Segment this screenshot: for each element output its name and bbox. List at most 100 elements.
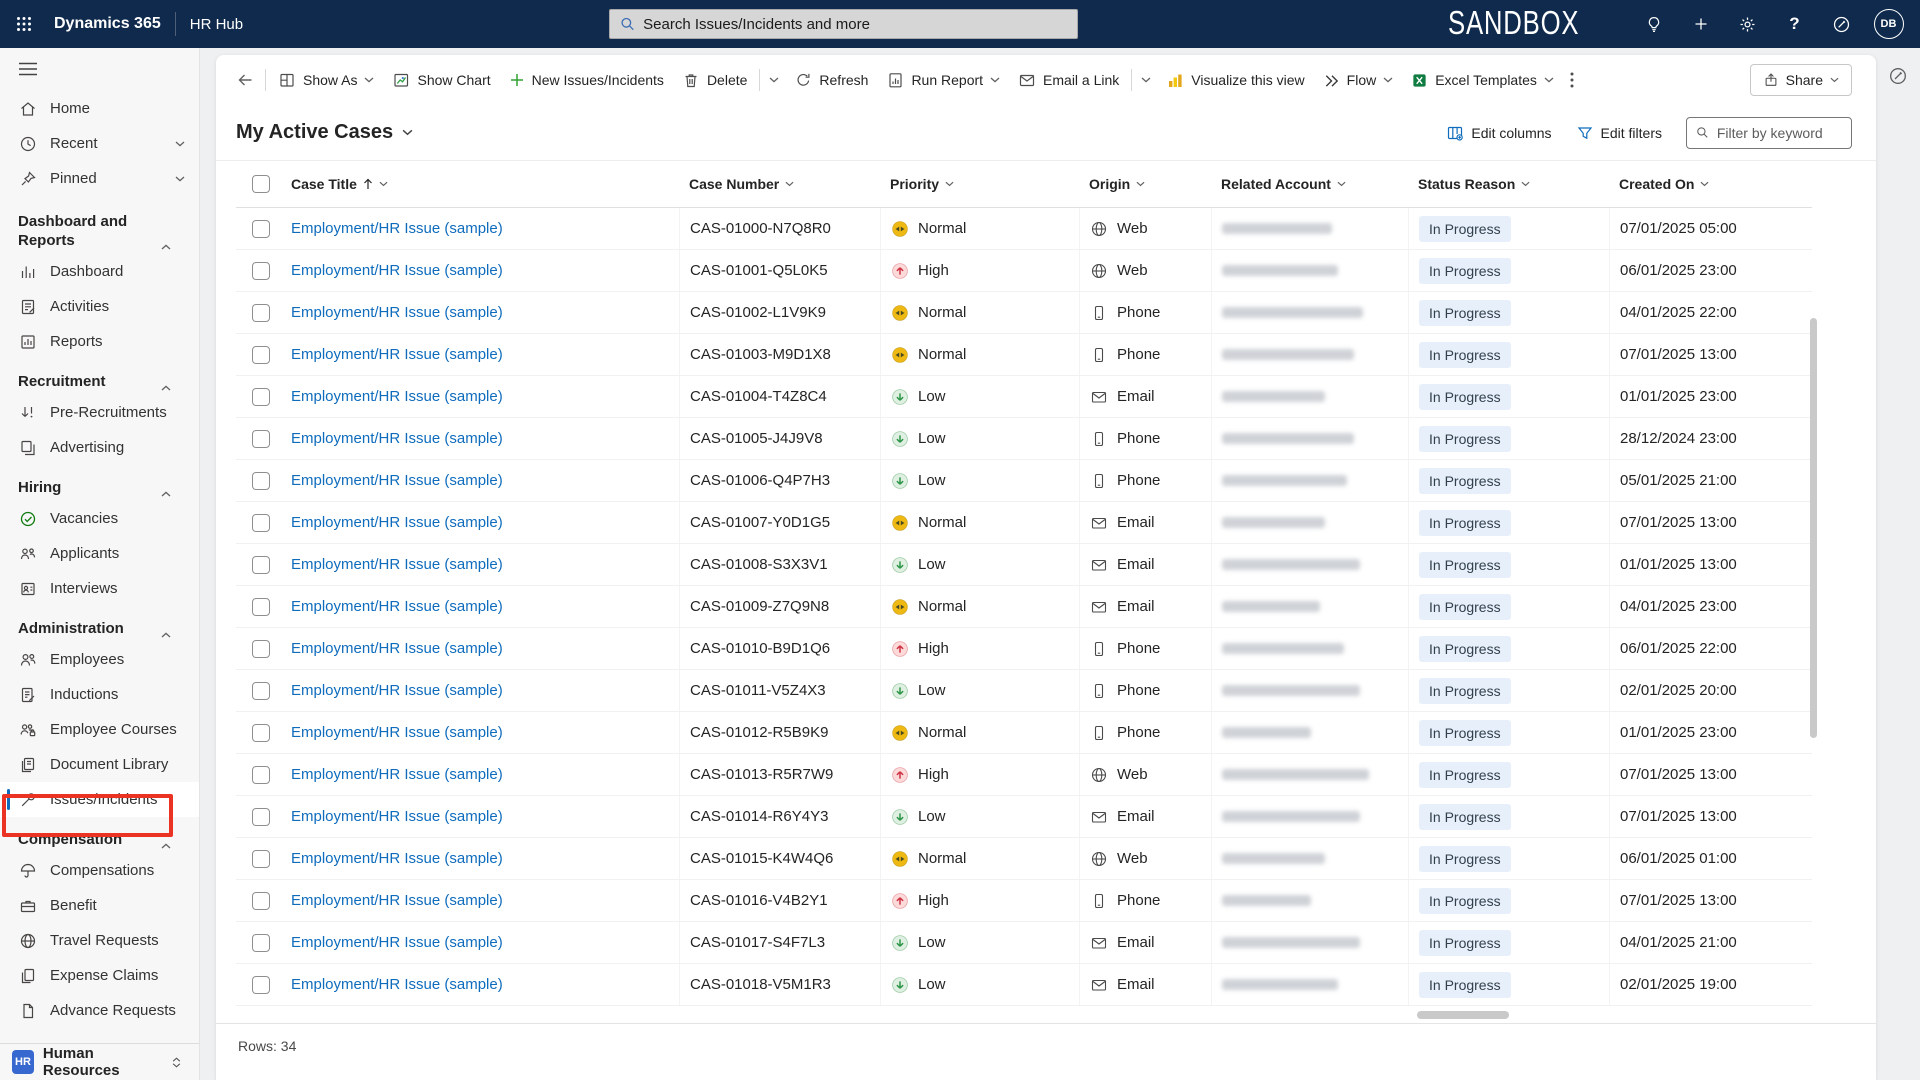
row-checkbox[interactable] xyxy=(252,429,270,448)
sidebar-item-pinned[interactable]: Pinned xyxy=(0,161,199,196)
case-title-link[interactable]: Employment/HR Issue (sample) xyxy=(291,640,503,657)
column-header-origin[interactable]: Origin xyxy=(1079,161,1211,207)
table-row[interactable]: Employment/HR Issue (sample) CAS-01010-B… xyxy=(236,628,1812,670)
row-checkbox[interactable] xyxy=(252,639,270,658)
sidebar-item-recent[interactable]: Recent xyxy=(0,126,199,161)
delete-button[interactable]: Delete xyxy=(673,63,756,97)
sidebar-item-activities[interactable]: Activities xyxy=(0,289,199,324)
sidebar-item-vacancies[interactable]: Vacancies xyxy=(0,501,199,536)
case-title-link[interactable]: Employment/HR Issue (sample) xyxy=(291,766,503,783)
row-checkbox[interactable] xyxy=(252,975,270,994)
visualize-this-view-button[interactable]: Visualize this view xyxy=(1157,63,1313,97)
case-title-link[interactable]: Employment/HR Issue (sample) xyxy=(291,220,503,237)
filter-keyword-input[interactable] xyxy=(1716,124,1842,141)
table-row[interactable]: Employment/HR Issue (sample) CAS-01001-Q… xyxy=(236,250,1812,292)
excel-templates-button[interactable]: Excel Templates xyxy=(1402,63,1563,97)
global-search-input[interactable] xyxy=(643,15,1067,33)
sidebar-item-advance-requests[interactable]: Advance Requests xyxy=(0,993,199,1028)
more-commands-button[interactable] xyxy=(1563,63,1581,97)
sidebar-item-issues-incidents[interactable]: Issues/Incidents xyxy=(0,782,199,817)
table-row[interactable]: Employment/HR Issue (sample) CAS-01008-S… xyxy=(236,544,1812,586)
sidebar-item-employees[interactable]: Employees xyxy=(0,642,199,677)
row-checkbox[interactable] xyxy=(252,555,270,574)
settings-button[interactable] xyxy=(1724,0,1771,48)
table-row[interactable]: Employment/HR Issue (sample) CAS-01017-S… xyxy=(236,922,1812,964)
sidebar-item-pre-recruitments[interactable]: Pre-Recruitments xyxy=(0,395,199,430)
case-title-link[interactable]: Employment/HR Issue (sample) xyxy=(291,514,503,531)
collapse-sitemap-button[interactable] xyxy=(0,48,199,91)
column-header-related-account[interactable]: Related Account xyxy=(1211,161,1408,207)
table-row[interactable]: Employment/HR Issue (sample) CAS-01003-M… xyxy=(236,334,1812,376)
email-a-link-button[interactable]: Email a Link xyxy=(1009,63,1128,97)
table-row[interactable]: Employment/HR Issue (sample) CAS-01013-R… xyxy=(236,754,1812,796)
row-checkbox[interactable] xyxy=(252,933,270,952)
row-checkbox[interactable] xyxy=(252,807,270,826)
share-button[interactable]: Share xyxy=(1749,64,1852,96)
run-report-button[interactable]: Run Report xyxy=(877,63,1009,97)
sidebar-item-home[interactable]: Home xyxy=(0,91,199,126)
sidebar-item-applicants[interactable]: Applicants xyxy=(0,536,199,571)
case-title-link[interactable]: Employment/HR Issue (sample) xyxy=(291,682,503,699)
sidebar-item-inductions[interactable]: Inductions xyxy=(0,677,199,712)
back-button[interactable] xyxy=(228,63,262,97)
row-checkbox[interactable] xyxy=(252,765,270,784)
case-title-link[interactable]: Employment/HR Issue (sample) xyxy=(291,808,503,825)
global-search-box[interactable] xyxy=(609,9,1078,39)
sidebar-item-travel-requests[interactable]: Travel Requests xyxy=(0,923,199,958)
sidebar-group-dashboard-and-reports[interactable]: Dashboard and Reports xyxy=(0,196,199,254)
view-selector[interactable]: My Active Cases xyxy=(236,121,413,144)
sidebar-item-employee-courses[interactable]: Employee Courses xyxy=(0,712,199,747)
row-checkbox[interactable] xyxy=(252,261,270,280)
sidebar-group-hiring[interactable]: Hiring xyxy=(0,465,199,501)
table-row[interactable]: Employment/HR Issue (sample) CAS-01006-Q… xyxy=(236,460,1812,502)
row-checkbox[interactable] xyxy=(252,723,270,742)
sidebar-item-interviews[interactable]: Interviews xyxy=(0,571,199,606)
case-title-link[interactable]: Employment/HR Issue (sample) xyxy=(291,724,503,741)
case-title-link[interactable]: Employment/HR Issue (sample) xyxy=(291,976,503,993)
sidebar-group-recruitment[interactable]: Recruitment xyxy=(0,359,199,395)
show-chart-button[interactable]: Show Chart xyxy=(383,63,499,97)
refresh-button[interactable]: Refresh xyxy=(785,63,877,97)
avatar[interactable]: DB xyxy=(1873,9,1904,39)
case-title-link[interactable]: Employment/HR Issue (sample) xyxy=(291,892,503,909)
row-checkbox[interactable] xyxy=(252,681,270,700)
row-checkbox[interactable] xyxy=(252,849,270,868)
table-row[interactable]: Employment/HR Issue (sample) CAS-01007-Y… xyxy=(236,502,1812,544)
ideas-button[interactable] xyxy=(1630,0,1677,48)
table-row[interactable]: Employment/HR Issue (sample) CAS-01005-J… xyxy=(236,418,1812,460)
select-all-checkbox[interactable] xyxy=(252,175,270,193)
new-issues-incidents-button[interactable]: New Issues/Incidents xyxy=(500,63,673,97)
column-header-case-number[interactable]: Case Number xyxy=(679,161,880,207)
sidebar-item-compensations[interactable]: Compensations xyxy=(0,853,199,888)
sidebar-item-document-library[interactable]: Document Library xyxy=(0,747,199,782)
sidebar-group-compensation[interactable]: Compensation xyxy=(0,817,199,853)
column-header-priority[interactable]: Priority xyxy=(880,161,1079,207)
case-title-link[interactable]: Employment/HR Issue (sample) xyxy=(291,262,503,279)
sidebar-item-advertising[interactable]: Advertising xyxy=(0,430,199,465)
sidebar-item-benefit[interactable]: Benefit xyxy=(0,888,199,923)
case-title-link[interactable]: Employment/HR Issue (sample) xyxy=(291,472,503,489)
sidebar-item-reports[interactable]: Reports xyxy=(0,324,199,359)
case-title-link[interactable]: Employment/HR Issue (sample) xyxy=(291,598,503,615)
case-title-link[interactable]: Employment/HR Issue (sample) xyxy=(291,304,503,321)
case-title-link[interactable]: Employment/HR Issue (sample) xyxy=(291,346,503,363)
column-header-created-on[interactable]: Created On xyxy=(1609,161,1812,207)
sidebar-item-expense-claims[interactable]: Expense Claims xyxy=(0,958,199,993)
sidebar-group-administration[interactable]: Administration xyxy=(0,606,199,642)
email-dropdown-chevron[interactable] xyxy=(1135,63,1157,97)
edit-columns-button[interactable]: Edit columns xyxy=(1446,124,1552,142)
show-as-button[interactable]: Show As xyxy=(269,63,383,97)
row-checkbox[interactable] xyxy=(252,219,270,238)
row-checkbox[interactable] xyxy=(252,513,270,532)
table-row[interactable]: Employment/HR Issue (sample) CAS-01018-V… xyxy=(236,964,1812,1006)
row-checkbox[interactable] xyxy=(252,345,270,364)
quick-create-button[interactable] xyxy=(1677,0,1724,48)
case-title-link[interactable]: Employment/HR Issue (sample) xyxy=(291,934,503,951)
table-row[interactable]: Employment/HR Issue (sample) CAS-01002-L… xyxy=(236,292,1812,334)
table-row[interactable]: Employment/HR Issue (sample) CAS-01014-R… xyxy=(236,796,1812,838)
select-all-checkbox-cell[interactable] xyxy=(236,161,291,207)
table-row[interactable]: Employment/HR Issue (sample) CAS-01000-N… xyxy=(236,208,1812,250)
horizontal-scrollbar[interactable] xyxy=(1417,1011,1509,1019)
app-name[interactable]: HR Hub xyxy=(190,16,243,33)
copilot-button[interactable] xyxy=(1884,62,1912,90)
